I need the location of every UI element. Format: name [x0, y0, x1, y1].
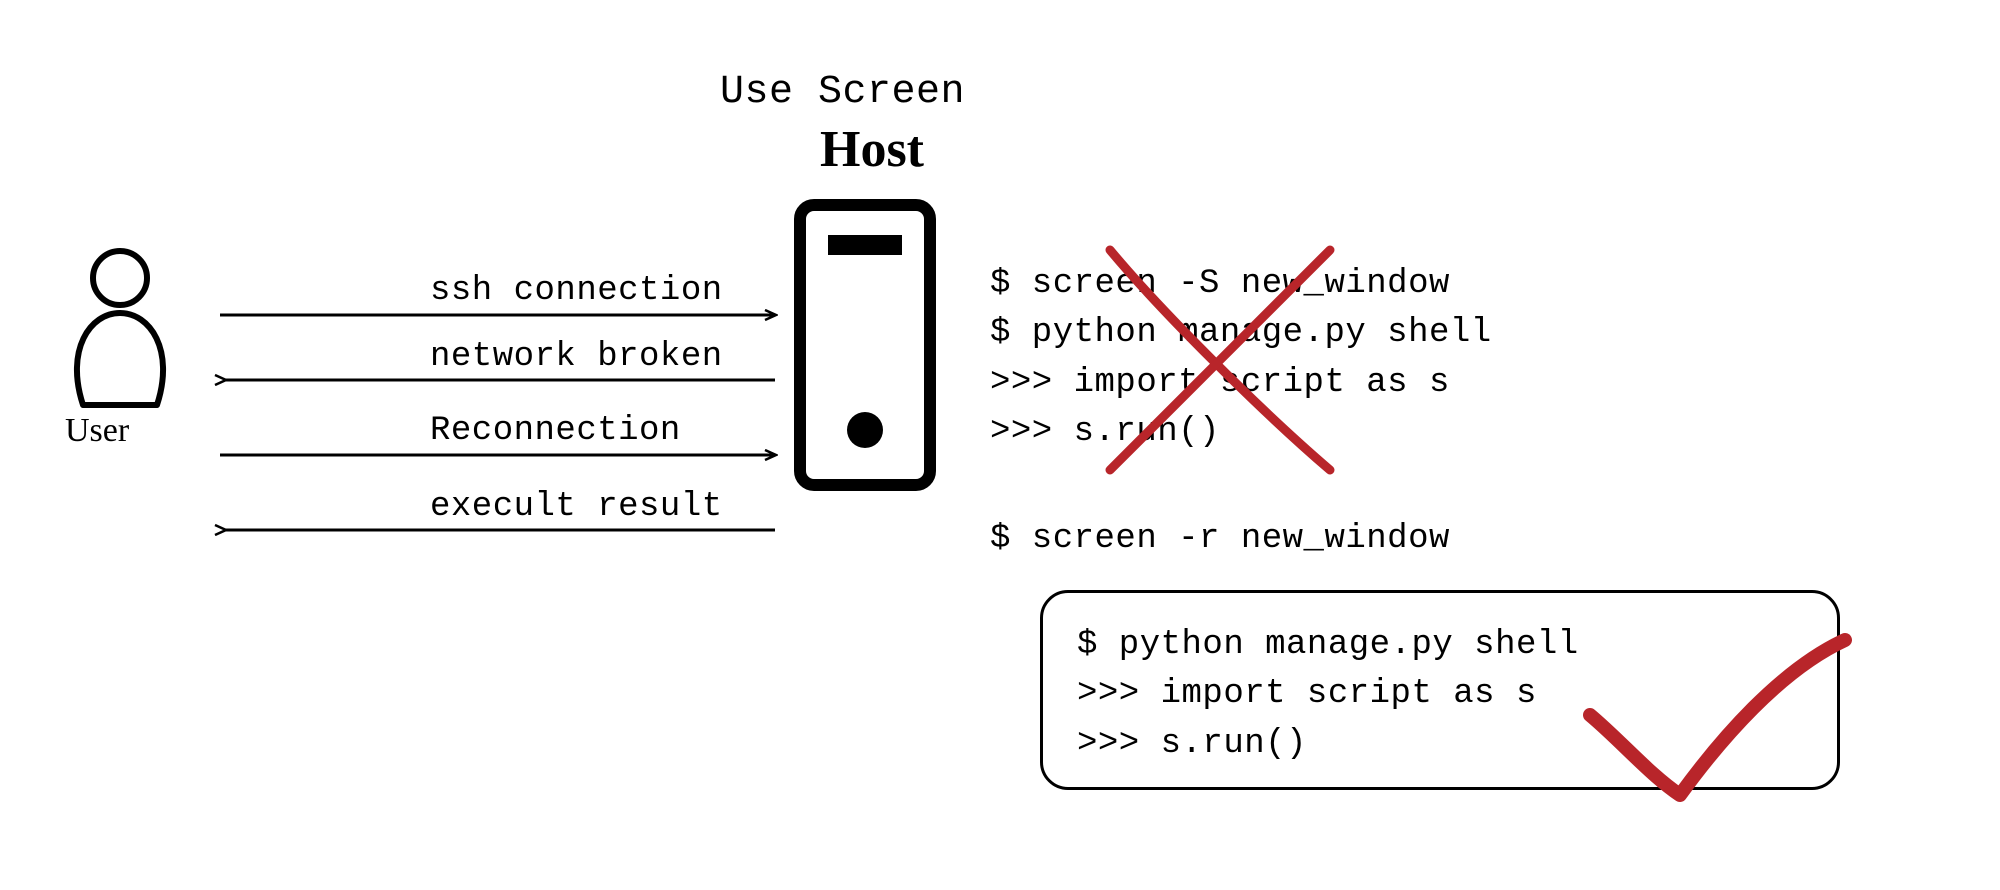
cmd-screen-reattach: $ screen -r new_window — [990, 520, 1450, 558]
server-icon — [790, 195, 940, 495]
arrow-label-result: execult result — [430, 488, 723, 526]
box-cmd-python-shell: $ python manage.py shell — [1077, 621, 1803, 670]
user-label: User — [65, 412, 129, 450]
box-cmd-run: >>> s.run() — [1077, 720, 1803, 769]
cmd-python-shell: $ python manage.py shell — [990, 309, 1492, 358]
arrow-label-ssh: ssh connection — [430, 272, 723, 310]
box-cmd-import: >>> import script as s — [1077, 670, 1803, 719]
user-icon — [55, 245, 185, 415]
arrow-label-reconnect: Reconnection — [430, 412, 681, 450]
host-label: Host — [820, 120, 924, 179]
cmd-run: >>> s.run() — [990, 408, 1492, 457]
terminal-session-resumed: $ python manage.py shell >>> import scri… — [1040, 590, 1840, 790]
cmd-import: >>> import script as s — [990, 359, 1492, 408]
diagram-title: Use Screen — [720, 70, 965, 115]
arrow-label-broken: network broken — [430, 338, 723, 376]
terminal-session-disconnected: $ screen -S new_window $ python manage.p… — [990, 260, 1492, 457]
cmd-screen-new: $ screen -S new_window — [990, 260, 1492, 309]
